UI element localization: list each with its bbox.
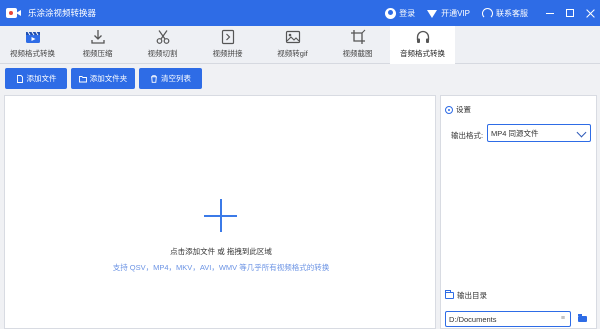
tab-label: 视频截图 xyxy=(342,49,373,58)
tab-label: 视频拼接 xyxy=(212,49,243,58)
add-folder-button[interactable]: 添加文件夹 xyxy=(71,68,135,89)
close-icon xyxy=(586,9,595,18)
crop-icon xyxy=(350,29,365,44)
file-drop-zone[interactable]: 点击添加文件 或 拖拽到此区域 支持 QSV，MP4，MKV，AVI，WMV 等… xyxy=(4,95,436,329)
tab-video-screenshot[interactable]: 视频截图 xyxy=(325,26,390,64)
settings-panel: 设置 输出格式: MP4 同源文件 输出目录 D:/Documents ≡ xyxy=(440,95,597,329)
download-compress-icon xyxy=(90,30,105,44)
support-label: 联系客服 xyxy=(496,8,528,18)
file-icon xyxy=(16,74,23,83)
action-toolbar: 添加文件 添加文件夹 清空列表 xyxy=(0,65,600,93)
settings-header: 设置 xyxy=(445,104,471,115)
output-dir-label: 输出目录 xyxy=(457,291,487,300)
output-dir-value: D:/Documents xyxy=(449,314,497,324)
minimize-icon xyxy=(546,12,554,14)
app-logo-icon xyxy=(6,6,22,20)
plus-icon[interactable] xyxy=(204,199,237,232)
headset-icon xyxy=(482,7,493,19)
add-file-button[interactable]: 添加文件 xyxy=(5,68,67,89)
open-folder-icon[interactable] xyxy=(578,314,588,322)
settings-title: 设置 xyxy=(456,105,471,114)
tab-video-format-convert[interactable]: 视频格式转换 xyxy=(0,26,65,64)
support-button[interactable]: 联系客服 xyxy=(482,7,528,19)
tab-video-compress[interactable]: 视频压缩 xyxy=(65,26,130,64)
supported-formats-text: 支持 QSV，MP4，MKV，AVI，WMV 等几乎所有视频格式的转换 xyxy=(112,263,330,272)
tab-label: 视频格式转换 xyxy=(10,49,55,58)
settings-icon xyxy=(445,105,453,114)
gif-icon xyxy=(285,30,300,44)
add-file-label: 添加文件 xyxy=(26,74,57,83)
close-button[interactable] xyxy=(580,0,600,26)
list-icon: ≡ xyxy=(560,315,565,322)
user-icon xyxy=(385,7,397,19)
vip-button[interactable]: 开通VIP xyxy=(427,8,470,19)
maximize-icon xyxy=(566,9,574,17)
tab-audio-format-convert[interactable]: 音频格式转换 xyxy=(390,26,455,64)
title-bar: 乐涂涂视频转换器 登录 开通VIP 联系客服 xyxy=(0,0,600,26)
vip-label: 开通VIP xyxy=(441,8,470,18)
folder-icon xyxy=(445,290,454,299)
folder-icon xyxy=(78,75,87,82)
tab-video-merge[interactable]: 视频拼接 xyxy=(195,26,260,64)
clear-list-button[interactable]: 清空列表 xyxy=(139,68,202,89)
output-format-value: MP4 同源文件 xyxy=(491,128,539,138)
output-format-select[interactable]: MP4 同源文件 xyxy=(487,124,591,142)
merge-icon xyxy=(221,29,234,45)
tab-video-to-gif[interactable]: 视频转gif xyxy=(260,26,325,64)
headphones-icon xyxy=(416,30,429,43)
feature-tabs: 视频格式转换 视频压缩 视频切割 视频拼接 视频转gif 视频截图 音频格式转换 xyxy=(0,26,600,64)
minimize-button[interactable] xyxy=(540,0,560,26)
app-title: 乐涂涂视频转换器 xyxy=(28,8,97,18)
login-label: 登录 xyxy=(399,8,416,18)
tab-video-cut[interactable]: 视频切割 xyxy=(130,26,195,64)
maximize-button[interactable] xyxy=(560,0,580,26)
tab-label: 视频压缩 xyxy=(82,49,113,58)
video-convert-icon xyxy=(25,31,40,43)
output-format-label: 输出格式: xyxy=(451,131,484,140)
login-button[interactable]: 登录 xyxy=(385,7,416,19)
tab-label: 音频格式转换 xyxy=(400,49,445,58)
crown-icon xyxy=(427,8,438,19)
chevron-down-icon xyxy=(576,127,587,138)
tab-label: 视频切割 xyxy=(147,49,178,58)
scissors-icon xyxy=(156,30,169,44)
output-dir-field[interactable]: D:/Documents ≡ xyxy=(445,311,571,327)
output-dir-header: 输出目录 xyxy=(445,290,487,301)
drop-zone-instruction: 点击添加文件 或 拖拽到此区域 xyxy=(170,247,272,256)
add-folder-label: 添加文件夹 xyxy=(89,74,128,83)
tab-label: 视频转gif xyxy=(277,49,308,58)
clear-list-label: 清空列表 xyxy=(161,74,191,83)
trash-icon xyxy=(151,74,157,83)
